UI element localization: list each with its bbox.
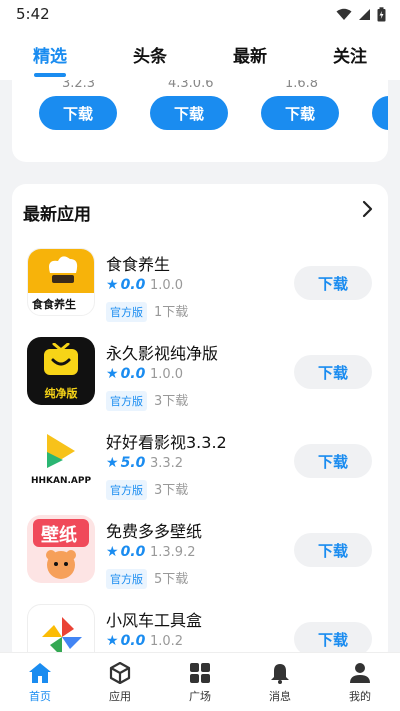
top-tab-bar: 精选 头条 最新 关注	[0, 28, 400, 80]
app-version: 1.0.0	[150, 278, 184, 293]
bell-icon	[271, 664, 289, 684]
person-icon	[350, 663, 370, 683]
download-button[interactable]: 下载	[261, 96, 339, 130]
recommended-apps-card: 3.2.3 4.3.0.6 1.6.8 下载 下载 下载	[12, 80, 388, 162]
download-button[interactable]: 下载	[39, 96, 117, 130]
latest-apps-card: 最新应用 食食养生 食食养生 ★ 0.0 1.0.0 官方版 1下载 下载 纯净版…	[12, 184, 388, 664]
app-version: 1.0.0	[150, 367, 184, 382]
app-name: 食食养生	[106, 255, 171, 274]
tab-following[interactable]: 关注	[333, 42, 367, 67]
download-count: 1下载	[154, 305, 189, 320]
official-badge: 官方版	[106, 302, 147, 322]
status-bar: 5:42	[0, 0, 400, 28]
tab-headlines[interactable]: 头条	[133, 42, 167, 67]
app-icon-shishi: 食食养生	[27, 248, 95, 316]
tab-featured[interactable]: 精选	[33, 42, 67, 67]
download-button-partial[interactable]	[372, 96, 388, 130]
nav-label: 广场	[189, 690, 211, 703]
nav-label: 应用	[109, 690, 131, 703]
cube-icon	[109, 662, 131, 684]
app-name: 永久影视纯净版	[106, 344, 219, 363]
app-icon-haohaokan: HHKAN.APP	[27, 426, 95, 494]
app-rating: ★ 0.0	[106, 277, 146, 293]
nav-home[interactable]: 首页	[0, 653, 80, 711]
app-rating: ★ 5.0	[106, 455, 146, 471]
app-version: 1.6.8	[285, 80, 319, 91]
download-button[interactable]: 下载	[294, 266, 372, 300]
official-badge: 官方版	[106, 480, 147, 500]
nav-label: 消息	[269, 690, 291, 703]
download-button[interactable]: 下载	[150, 96, 228, 130]
section-title: 最新应用	[23, 205, 91, 225]
status-time: 5:42	[16, 5, 50, 23]
app-name: 好好看影视3.3.2	[106, 433, 227, 452]
home-icon	[29, 663, 51, 683]
app-rating: ★ 0.0	[106, 544, 146, 560]
official-badge: 官方版	[106, 569, 147, 589]
app-icon-duoduo-wallpaper: 壁纸	[27, 515, 95, 583]
app-list-item[interactable]: 壁纸 免费多多壁纸 ★ 0.0 1.3.9.2 官方版 5下载 下载	[12, 515, 388, 605]
wifi-icon	[336, 8, 352, 20]
app-rating: ★ 0.0	[106, 366, 146, 382]
grid-icon	[190, 663, 210, 683]
download-count: 3下载	[154, 483, 189, 498]
star-icon: ★	[106, 544, 119, 560]
app-icon-yongjiu: 纯净版	[27, 337, 95, 405]
download-button[interactable]: 下载	[294, 533, 372, 567]
star-icon: ★	[106, 633, 119, 649]
nav-messages[interactable]: 消息	[240, 653, 320, 711]
app-list-item[interactable]: HHKAN.APP 好好看影视3.3.2 ★ 5.0 3.3.2 官方版 3下载 …	[12, 426, 388, 516]
official-badge: 官方版	[106, 391, 147, 411]
star-icon: ★	[106, 277, 119, 293]
app-version: 3.3.2	[150, 456, 184, 471]
star-icon: ★	[106, 366, 119, 382]
app-version: 4.3.0.6	[168, 80, 214, 91]
download-count: 3下载	[154, 394, 189, 409]
bottom-nav: 首页 应用 广场 消息 我的	[0, 652, 400, 711]
app-version: 1.0.2	[150, 634, 184, 649]
nav-label: 我的	[349, 690, 371, 703]
app-name: 小风车工具盒	[106, 611, 203, 630]
app-list-item[interactable]: 食食养生 食食养生 ★ 0.0 1.0.0 官方版 1下载 下载	[12, 248, 388, 338]
star-icon: ★	[106, 455, 119, 471]
status-icons	[336, 6, 386, 22]
tab-newest[interactable]: 最新	[233, 42, 267, 67]
nav-label: 首页	[29, 690, 51, 703]
nav-apps[interactable]: 应用	[80, 653, 160, 711]
app-name: 免费多多壁纸	[106, 522, 203, 541]
download-button[interactable]: 下载	[294, 355, 372, 389]
chevron-right-icon[interactable]	[362, 200, 374, 218]
nav-square[interactable]: 广场	[160, 653, 240, 711]
active-tab-indicator	[34, 73, 66, 77]
download-count: 5下载	[154, 572, 189, 587]
app-list-item[interactable]: 纯净版 永久影视纯净版 ★ 0.0 1.0.0 官方版 3下载 下载	[12, 337, 388, 427]
nav-profile[interactable]: 我的	[320, 653, 400, 711]
download-button[interactable]: 下载	[294, 444, 372, 478]
battery-icon	[377, 6, 386, 21]
download-button[interactable]: 下载	[294, 622, 372, 656]
signal-icon	[359, 8, 370, 20]
app-rating: ★ 0.0	[106, 633, 146, 649]
app-version: 3.2.3	[62, 80, 96, 91]
app-version: 1.3.9.2	[150, 545, 196, 560]
